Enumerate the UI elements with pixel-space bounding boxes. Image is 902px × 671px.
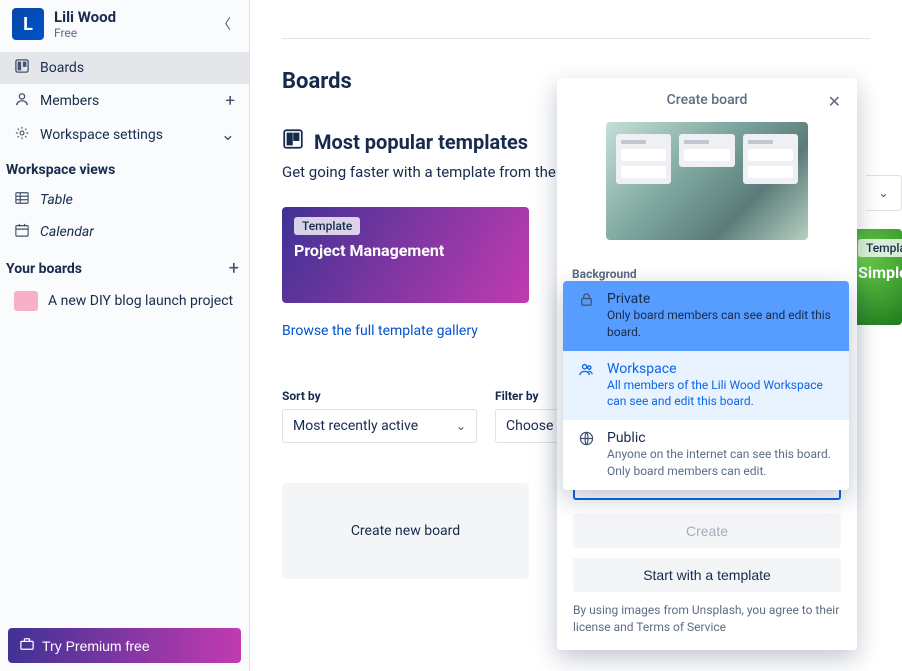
- visibility-option-desc: Only board members can see and edit this…: [607, 307, 835, 341]
- template-icon: [282, 128, 304, 155]
- popover-close-button[interactable]: ✕: [824, 88, 845, 115]
- sidebar-section-boards-label: Your boards: [6, 261, 82, 277]
- add-member-button[interactable]: +: [225, 91, 235, 111]
- collection-filter-peek[interactable]: ⌄: [866, 175, 902, 211]
- popover-title: Create board: [667, 92, 748, 108]
- preview-list: [616, 134, 671, 184]
- sidebar-bottom: Try Premium free: [0, 620, 249, 671]
- templates-section-title: Most popular templates: [314, 130, 528, 154]
- create-button-label: Create: [686, 523, 728, 539]
- browse-templates-link[interactable]: Browse the full template gallery: [282, 323, 478, 339]
- sidebar-view-label: Calendar: [40, 224, 94, 240]
- create-new-board-tile[interactable]: Create new board: [282, 483, 529, 579]
- try-premium-label: Try Premium free: [42, 638, 150, 654]
- filter-value: Choose a collection: [506, 418, 560, 434]
- template-title: Simple: [858, 263, 890, 282]
- workspace-badge: L: [12, 8, 44, 40]
- filter-label: Filter by: [495, 389, 560, 403]
- create-new-board-label: Create new board: [351, 523, 460, 539]
- workspace-plan: Free: [54, 26, 201, 40]
- try-premium-button[interactable]: Try Premium free: [8, 628, 241, 663]
- globe-icon: [577, 431, 595, 450]
- sort-select[interactable]: Most recently active ⌄: [282, 409, 477, 443]
- table-icon: [14, 191, 30, 209]
- visibility-dropdown: Private Only board members can see and e…: [563, 281, 849, 490]
- sidebar-item-boards[interactable]: Boards: [0, 52, 249, 84]
- chevron-down-icon: ⌄: [456, 419, 466, 433]
- sidebar-section-views-label: Workspace views: [6, 162, 115, 178]
- start-template-label: Start with a template: [643, 567, 771, 583]
- sort-value: Most recently active: [293, 418, 418, 434]
- workspace-name-block: Lili Wood Free: [54, 8, 201, 40]
- visibility-option-desc: All members of the Lili Wood Workspace c…: [607, 377, 835, 411]
- sidebar-item-label: Workspace settings: [40, 127, 163, 143]
- members-icon: [14, 92, 30, 110]
- sidebar-view-label: Table: [40, 192, 73, 208]
- sidebar-section-boards: Your boards +: [0, 248, 249, 285]
- visibility-option-title: Workspace: [607, 361, 835, 377]
- lock-icon: [577, 292, 595, 311]
- sidebar-view-table[interactable]: Table: [0, 184, 249, 216]
- sidebar-board-item[interactable]: A new DIY blog launch project: [0, 285, 249, 317]
- filter-select[interactable]: Choose a collection: [495, 409, 560, 443]
- preview-list: [679, 134, 734, 167]
- sidebar: L Lili Wood Free 〈 Boards Members + Work…: [0, 0, 250, 671]
- sort-block: Sort by Most recently active ⌄: [282, 389, 477, 443]
- close-icon: ✕: [828, 92, 841, 111]
- divider: [282, 38, 870, 39]
- template-title: Project Management: [294, 241, 517, 260]
- visibility-option-private[interactable]: Private Only board members can see and e…: [563, 281, 849, 351]
- background-label: Background: [572, 267, 637, 281]
- add-board-button[interactable]: +: [229, 258, 239, 279]
- workspace-name: Lili Wood: [54, 8, 201, 26]
- workspace-header: L Lili Wood Free 〈: [0, 0, 249, 52]
- visibility-option-public[interactable]: Public Anyone on the internet can see th…: [563, 420, 849, 490]
- calendar-icon: [14, 223, 30, 241]
- sidebar-item-settings[interactable]: Workspace settings ⌄: [0, 118, 249, 152]
- create-button[interactable]: Create: [573, 514, 841, 548]
- board-color-swatch: [14, 291, 38, 311]
- popover-header: Create board ✕: [573, 92, 841, 108]
- template-badge: Template: [294, 217, 360, 235]
- template-badge: Template: [858, 239, 902, 257]
- chevron-left-icon: 〈: [217, 17, 231, 33]
- sidebar-view-calendar[interactable]: Calendar: [0, 216, 249, 248]
- visibility-option-title: Private: [607, 291, 835, 307]
- visibility-option-workspace[interactable]: Workspace All members of the Lili Wood W…: [563, 351, 849, 421]
- chevron-down-icon: ⌄: [878, 186, 888, 200]
- briefcase-icon: [20, 637, 34, 654]
- sidebar-section-views: Workspace views: [0, 152, 249, 184]
- visibility-option-desc: Anyone on the internet can see this boar…: [607, 446, 835, 480]
- sidebar-collapse-button[interactable]: 〈: [211, 8, 237, 40]
- sidebar-item-label: Members: [40, 93, 99, 109]
- sidebar-board-label: A new DIY blog launch project: [48, 293, 233, 309]
- visibility-option-title: Public: [607, 430, 835, 446]
- preview-list: [743, 134, 798, 184]
- board-icon: [14, 59, 30, 77]
- filter-block: Filter by Choose a collection: [495, 389, 560, 443]
- sort-label: Sort by: [282, 389, 477, 403]
- gear-icon: [14, 126, 30, 144]
- sidebar-item-members[interactable]: Members +: [0, 84, 249, 118]
- popover-fine-print: By using images from Unsplash, you agree…: [573, 602, 841, 636]
- board-bg-preview: [606, 122, 808, 240]
- sidebar-item-label: Boards: [40, 60, 84, 76]
- template-card-project-management[interactable]: Template Project Management: [282, 207, 529, 303]
- chevron-down-icon: ⌄: [221, 125, 235, 145]
- start-template-button[interactable]: Start with a template: [573, 558, 841, 592]
- people-icon: [577, 362, 595, 381]
